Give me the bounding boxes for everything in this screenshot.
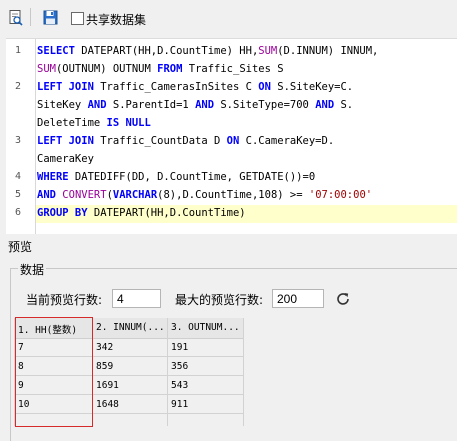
data-group-title: 数据 [18,261,47,278]
code-line[interactable]: CameraKey [37,150,453,168]
code-token: C.CameraKey=D. [239,135,335,147]
code-token: WHERE [37,171,69,183]
code-token: (D.INNUM) INNUM, [277,45,379,57]
line-number: 5 [15,189,22,200]
code-token: ON [226,135,240,147]
code-line[interactable]: SELECT DATEPART(HH,D.CountTime) HH,SUM(D… [37,42,453,60]
sql-code[interactable]: SELECT DATEPART(HH,D.CountTime) HH,SUM(D… [37,42,453,222]
grid-line [243,318,244,426]
code-token: ON [258,81,271,93]
max-rows-label: 最大的预览行数: [175,293,264,307]
code-line[interactable]: SiteKey AND S.ParentId=1 AND S.SiteType=… [37,96,453,114]
code-token: AND [87,99,107,111]
table-cell[interactable]: 859 [92,357,167,376]
code-token: CameraKey [37,153,94,165]
code-line[interactable]: DeleteTime IS NULL [37,114,453,132]
line-number: 1 [15,45,22,56]
current-rows-label: 当前预览行数: [26,293,103,307]
column-header[interactable]: 2. INNUM(... [92,318,167,338]
code-token: (8),D.CountTime,108) >= [157,189,309,201]
code-token: IS NULL [106,117,151,129]
code-token: Traffic_CountData D [93,135,227,147]
table-cell[interactable]: 191 [167,338,243,357]
table-cell[interactable]: 356 [167,357,243,376]
code-token: (OUTNUM) OUTNUM [55,63,158,75]
code-line[interactable]: WHERE DATEDIFF(DD, D.CountTime, GETDATE(… [37,168,453,186]
code-token: S.ParentId=1 [106,99,196,111]
table-cell[interactable]: 1691 [92,376,167,395]
max-rows-input[interactable]: 200 [272,289,324,308]
code-token: DATEDIFF(DD, D.CountTime, GETDATE())=0 [68,171,316,183]
refresh-icon[interactable] [334,290,352,308]
preview-icon[interactable] [7,9,25,27]
code-line[interactable]: LEFT JOIN Traffic_CountData D ON C.Camer… [37,132,453,150]
preview-panel: 预览 数据 当前预览行数: 4 最大的预览行数: 200 1. HH(整数) 2… [0,234,457,441]
save-icon[interactable] [42,9,60,27]
table-cell[interactable]: 911 [167,395,243,414]
code-token: LEFT JOIN [37,81,94,93]
share-dataset-label: 共享数据集 [86,13,147,27]
code-token: SUM [258,45,278,57]
code-token: SiteKey [37,99,88,111]
preview-title: 预览 [8,240,33,254]
line-number: 4 [15,171,22,182]
line-number: 2 [15,81,22,92]
code-token: S.SiteType=700 [214,99,316,111]
gutter-divider [35,39,36,235]
code-token: S.SiteKey=C. [270,81,354,93]
code-line[interactable]: LEFT JOIN Traffic_CamerasInSites C ON S.… [37,78,453,96]
share-dataset-checkbox[interactable] [71,12,84,25]
code-token: AND [37,189,56,201]
code-line[interactable]: AND CONVERT(VARCHAR(8),D.CountTime,108) … [37,186,453,204]
code-token: VARCHAR [112,189,158,201]
code-token: AND [195,99,215,111]
line-gutter: 1 2 3 4 5 6 [6,39,29,235]
column-header[interactable]: 3. OUTNUM... [167,318,243,338]
code-token: SUM [37,63,56,75]
current-rows-input[interactable]: 4 [112,289,161,308]
code-token: '07:00:00' [308,189,373,201]
table-cell[interactable]: 543 [167,376,243,395]
table-cell[interactable]: 1648 [92,395,167,414]
code-token: DATEPART(HH,D.CountTime) HH, [74,45,259,57]
code-token: GROUP BY [37,207,88,219]
code-token: Traffic_CamerasInSites C [93,81,259,93]
code-token: AND [315,99,335,111]
code-token: S. [334,99,354,111]
line-number: 3 [15,135,22,146]
code-token: DATEPART(HH,D.CountTime) [87,207,246,219]
code-line[interactable]: SUM(OUTNUM) OUTNUM FROM Traffic_Sites S [37,60,453,78]
code-token: CONVERT [62,189,107,201]
code-token: Traffic_Sites S [182,63,284,75]
line-number: 6 [15,207,22,218]
code-token: LEFT JOIN [37,135,94,147]
toolbar: 共享数据集 [0,0,457,38]
code-token: DeleteTime [37,117,107,129]
sql-editor[interactable]: 1 2 3 4 5 6 SELECT DATEPART(HH,D.CountTi… [6,38,457,235]
code-line[interactable]: GROUP BY DATEPART(HH,D.CountTime) [37,204,453,222]
code-token: SELECT [37,45,75,57]
table-cell[interactable]: 342 [92,338,167,357]
highlight-box [15,317,93,427]
toolbar-separator [30,8,31,26]
code-token: FROM [157,63,183,75]
